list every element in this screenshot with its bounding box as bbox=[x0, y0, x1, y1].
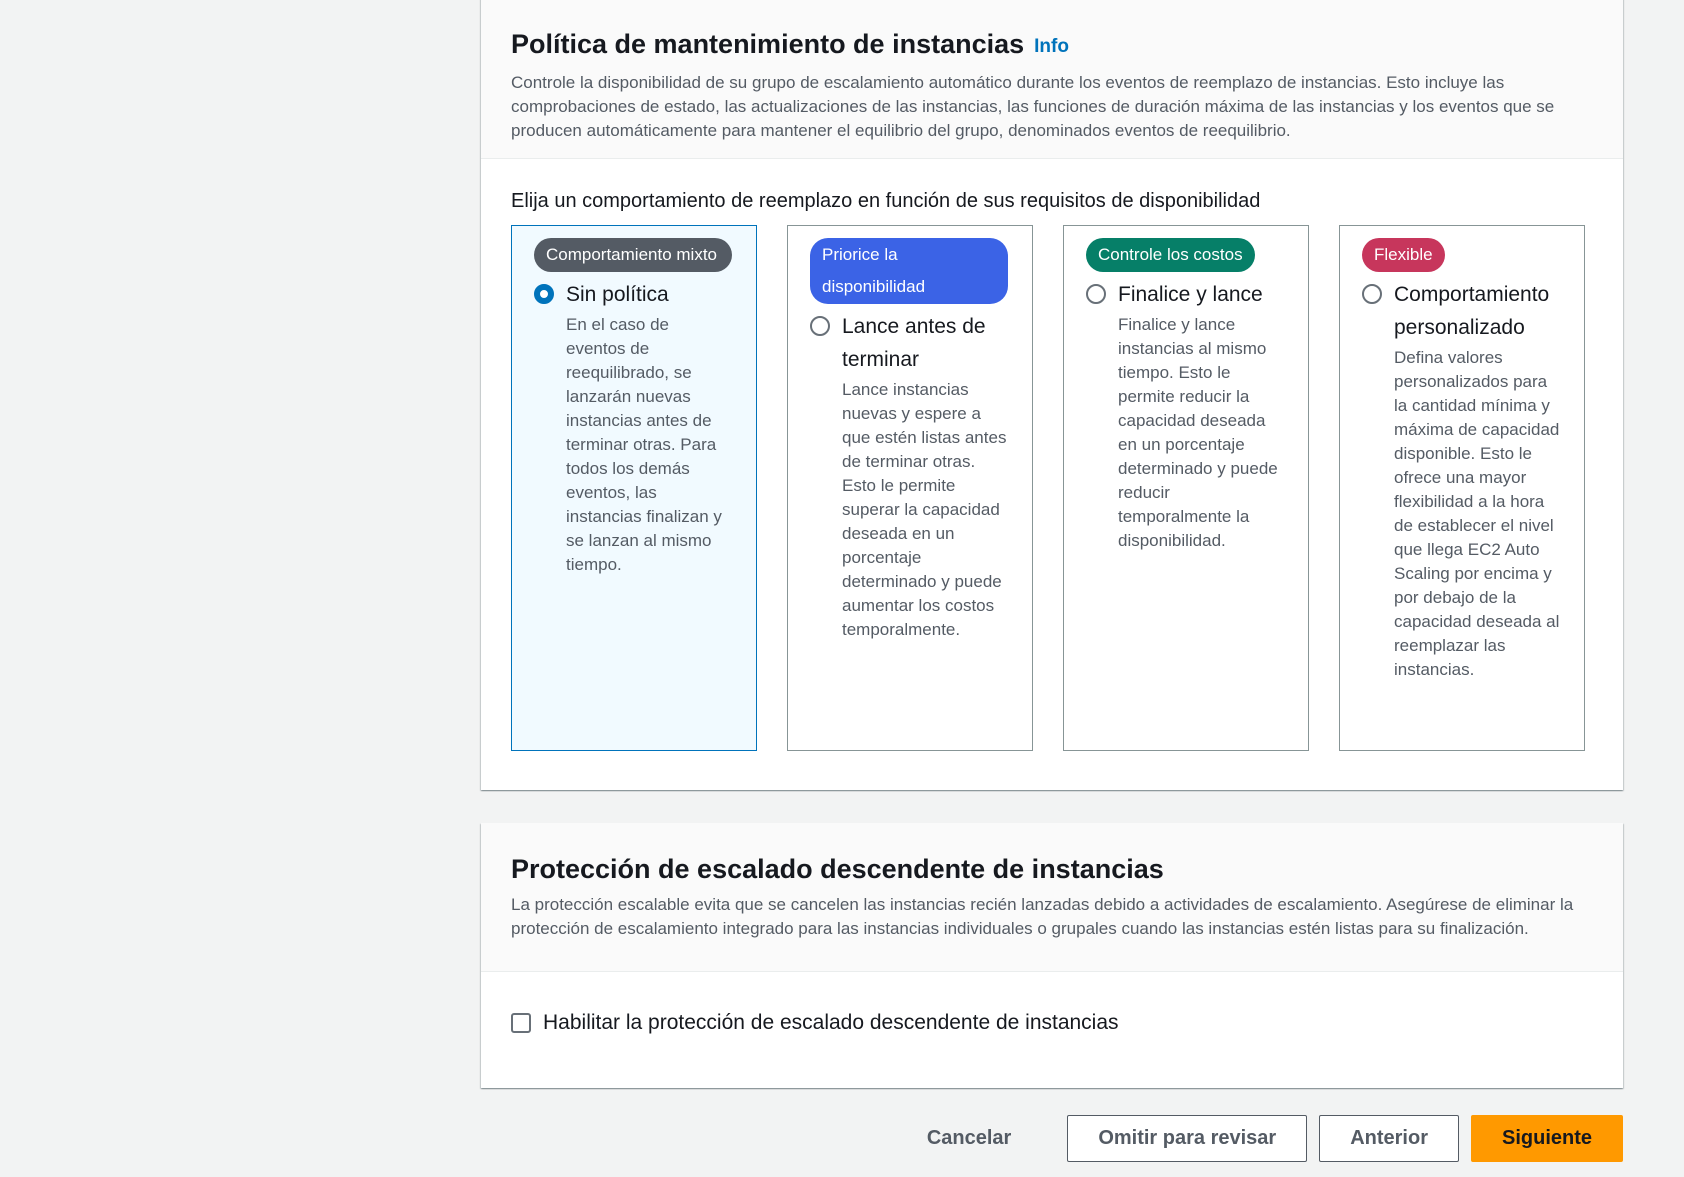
scale-in-protection-body: Habilitar la protección de escalado desc… bbox=[481, 972, 1623, 1068]
tile-custom-behavior[interactable]: Flexible Comportamiento personalizado De… bbox=[1339, 225, 1585, 751]
radio-row: Comportamiento personalizado Defina valo… bbox=[1362, 278, 1560, 682]
scale-in-protection-title: Protección de escalado descendente de in… bbox=[511, 854, 1164, 884]
wizard-actions: Cancelar Omitir para revisar Anterior Si… bbox=[897, 1115, 1623, 1162]
option-text: Comportamiento personalizado Defina valo… bbox=[1394, 278, 1560, 682]
maintenance-policy-panel: Política de mantenimiento de instancias I… bbox=[481, 0, 1623, 790]
radio-launch-before-terminate[interactable] bbox=[810, 316, 830, 336]
radio-row: Lance antes de terminar Lance instancias… bbox=[810, 310, 1008, 642]
option-title: Sin política bbox=[566, 283, 669, 306]
wizard-page: Política de mantenimiento de instancias I… bbox=[0, 0, 1684, 1177]
tile-terminate-and-launch[interactable]: Controle los costos Finalice y lance Fin… bbox=[1063, 225, 1309, 751]
option-text: Sin política En el caso de eventos de re… bbox=[566, 278, 732, 577]
scale-in-protection-checkbox-label: Habilitar la protección de escalado desc… bbox=[543, 1011, 1119, 1034]
info-link[interactable]: Info bbox=[1034, 36, 1069, 57]
radio-row: Sin política En el caso de eventos de re… bbox=[534, 278, 732, 577]
option-text: Lance antes de terminar Lance instancias… bbox=[842, 310, 1008, 642]
scale-in-protection-panel: Protección de escalado descendente de in… bbox=[481, 823, 1623, 1088]
option-description: En el caso de eventos de reequilibrado, … bbox=[566, 315, 722, 574]
scale-in-protection-checkbox[interactable] bbox=[511, 1013, 531, 1033]
radio-no-policy[interactable] bbox=[534, 284, 554, 304]
skip-to-review-button[interactable]: Omitir para revisar bbox=[1067, 1115, 1308, 1162]
scale-in-protection-checkbox-row[interactable]: Habilitar la protección de escalado desc… bbox=[511, 1000, 1593, 1038]
maintenance-policy-title: Política de mantenimiento de instancias I… bbox=[511, 26, 1593, 65]
badge-mixed-behavior: Comportamiento mixto bbox=[534, 238, 732, 272]
replacement-behavior-tiles: Comportamiento mixto Sin política En el … bbox=[511, 225, 1593, 751]
cancel-button[interactable]: Cancelar bbox=[897, 1115, 1056, 1162]
badge-prioritize-availability: Priorice la disponibilidad bbox=[810, 238, 1008, 304]
maintenance-policy-body: Elija un comportamiento de reemplazo en … bbox=[481, 159, 1623, 781]
tile-no-policy[interactable]: Comportamiento mixto Sin política En el … bbox=[511, 225, 757, 751]
next-button[interactable]: Siguiente bbox=[1470, 1115, 1623, 1162]
maintenance-policy-title-text: Política de mantenimiento de instancias bbox=[511, 29, 1025, 59]
option-title: Comportamiento personalizado bbox=[1394, 283, 1550, 339]
scale-in-protection-header: Protección de escalado descendente de in… bbox=[481, 823, 1623, 972]
replacement-behavior-label: Elija un comportamiento de reemplazo en … bbox=[511, 190, 1261, 212]
option-title: Finalice y lance bbox=[1118, 283, 1263, 306]
previous-button[interactable]: Anterior bbox=[1319, 1115, 1459, 1162]
scale-in-protection-description: La protección escalable evita que se can… bbox=[511, 895, 1574, 938]
radio-terminate-and-launch[interactable] bbox=[1086, 284, 1106, 304]
badge-control-costs: Controle los costos bbox=[1086, 238, 1255, 272]
maintenance-policy-header: Política de mantenimiento de instancias I… bbox=[481, 0, 1623, 159]
badge-flexible: Flexible bbox=[1362, 238, 1445, 272]
option-description: Lance instancias nuevas y espere a que e… bbox=[842, 380, 1007, 639]
maintenance-policy-description: Controle la disponibilidad de su grupo d… bbox=[511, 73, 1555, 140]
option-description: Finalice y lance instancias al mismo tie… bbox=[1118, 315, 1278, 550]
radio-custom-behavior[interactable] bbox=[1362, 284, 1382, 304]
option-text: Finalice y lance Finalice y lance instan… bbox=[1118, 278, 1284, 553]
option-description: Defina valores personalizados para la ca… bbox=[1394, 348, 1560, 679]
option-title: Lance antes de terminar bbox=[842, 315, 986, 371]
tile-launch-before-terminate[interactable]: Priorice la disponibilidad Lance antes d… bbox=[787, 225, 1033, 751]
radio-row: Finalice y lance Finalice y lance instan… bbox=[1086, 278, 1284, 553]
